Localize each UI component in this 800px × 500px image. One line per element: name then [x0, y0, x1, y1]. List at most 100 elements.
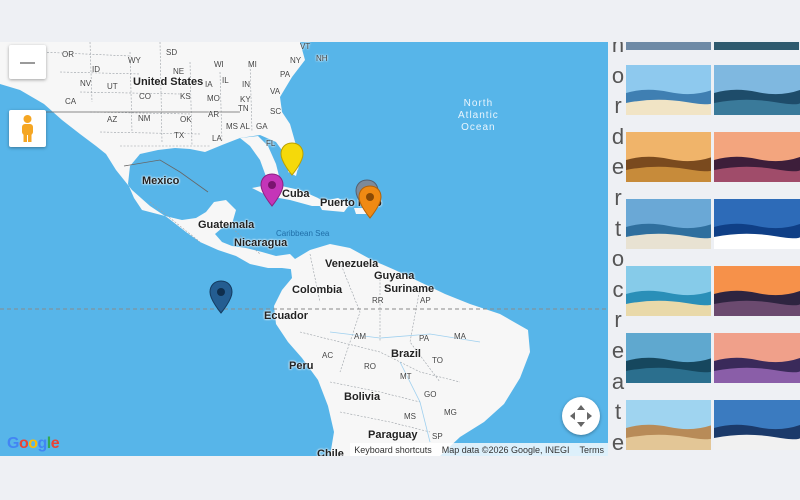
label-state: RO	[364, 362, 376, 371]
pegman-icon	[22, 115, 33, 142]
thumbnail-beach-visitors[interactable]	[626, 132, 711, 182]
label-caribbean-sea: Caribbean Sea	[276, 229, 330, 238]
label-north-atlantic-ocean: North Atlantic Ocean	[458, 98, 499, 133]
label-ecuador: Ecuador	[264, 310, 309, 322]
label-state: MS	[226, 122, 238, 131]
label-state: MG	[444, 408, 457, 417]
thumbnail-partial[interactable]	[626, 42, 711, 50]
label-bolivia: Bolivia	[344, 391, 381, 403]
label-state: AM	[354, 332, 366, 341]
vertical-letter: t	[614, 399, 622, 425]
label-state: MT	[400, 372, 412, 381]
vertical-letter: t	[614, 215, 622, 241]
label-state: AL	[240, 122, 250, 131]
label-state: SP	[432, 432, 443, 441]
label-state: VA	[270, 87, 281, 96]
zoom-out-button[interactable]	[9, 45, 46, 79]
terms-link[interactable]: Terms	[580, 445, 605, 455]
thumbnail-beach-umbrella-sunset[interactable]	[714, 266, 800, 316]
yellow-marker[interactable]	[280, 142, 304, 176]
thumbnail-tropical-beach[interactable]	[626, 266, 711, 316]
map-attribution: Map data ©2026 Google, INEGI	[441, 444, 570, 455]
label-peru: Peru	[289, 360, 314, 372]
thumbnail-sandcastle-beach[interactable]	[626, 400, 711, 450]
label-state: MO	[207, 94, 220, 103]
label-brazil: Brazil	[391, 348, 421, 360]
label-state: LA	[212, 134, 222, 143]
label-state: NM	[138, 114, 151, 123]
vertical-letter: r	[614, 93, 622, 119]
minus-icon	[20, 62, 35, 64]
label-state: TO	[432, 356, 443, 365]
label-state: AP	[420, 296, 431, 305]
label-state: RR	[372, 296, 384, 305]
thumbnail-partial[interactable]	[714, 42, 799, 50]
label-state: FL	[266, 139, 276, 148]
pan-arrows-icon	[570, 405, 592, 427]
vertical-letter: r	[614, 185, 622, 210]
thumbnail-rocky-bay[interactable]	[626, 199, 711, 249]
vertical-letter: e	[611, 338, 625, 363]
thumbnail-lagoon-resort[interactable]	[626, 333, 711, 383]
thumbnail-sunset-temples[interactable]	[714, 132, 800, 182]
label-state: IN	[242, 80, 250, 89]
vertical-letter: n	[611, 42, 625, 57]
thumbnail-overwater-bungalows[interactable]	[714, 65, 800, 115]
orange-marker[interactable]	[358, 185, 382, 219]
label-state: IL	[222, 76, 229, 85]
label-state: MI	[248, 60, 257, 69]
thumbnail-cliff-sunset[interactable]	[714, 333, 800, 383]
label-state: CO	[139, 92, 151, 101]
label-state: NV	[80, 79, 92, 88]
label-state: KY	[240, 95, 251, 104]
label-state: TX	[174, 131, 185, 140]
vertical-letter: c	[612, 276, 624, 302]
label-state: KS	[180, 92, 191, 101]
map-view[interactable]: United States Mexico Guatemala Nicaragua…	[0, 42, 608, 456]
label-state: CA	[65, 97, 77, 106]
vertical-letter: o	[611, 62, 625, 88]
label-state: OR	[62, 50, 74, 59]
label-state: WY	[128, 56, 141, 65]
label-paraguay: Paraguay	[368, 429, 418, 441]
thumbnail-blue-dome-church[interactable]	[714, 199, 800, 249]
label-state: GA	[256, 122, 268, 131]
label-state: SC	[270, 107, 282, 116]
label-state: PA	[280, 70, 291, 79]
label-state: VT	[300, 42, 311, 51]
label-state: TN	[238, 104, 249, 113]
keyboard-shortcuts-link[interactable]: Keyboard shortcuts	[354, 445, 432, 455]
label-colombia: Colombia	[292, 284, 343, 296]
blue-marker[interactable]	[209, 280, 233, 314]
label-state: PA	[419, 334, 430, 343]
vertical-letter: e	[611, 429, 625, 455]
vertical-letter: d	[611, 123, 625, 149]
vertical-letter: r	[614, 307, 622, 333]
fullscreen-pan-button[interactable]	[562, 397, 600, 435]
label-venezuela: Venezuela	[325, 258, 379, 270]
label-united-states: United States	[133, 76, 204, 88]
purple-marker[interactable]	[260, 173, 284, 207]
google-logo: Google	[7, 435, 60, 452]
label-state: NH	[316, 54, 328, 63]
label-mexico: Mexico	[142, 175, 180, 187]
label-state: AZ	[107, 115, 118, 124]
vertical-letter: o	[611, 246, 625, 272]
label-state: OK	[180, 115, 192, 124]
thumbnail-windmills[interactable]	[714, 400, 800, 450]
label-state: NE	[173, 67, 185, 76]
label-state: NY	[290, 56, 302, 65]
label-state: WI	[214, 60, 224, 69]
vertical-letter: e	[611, 154, 625, 180]
label-state: GO	[424, 390, 437, 399]
thumbnail-harbor-town[interactable]	[626, 65, 711, 115]
label-cuba: Cuba	[282, 188, 310, 200]
map-land	[0, 42, 608, 456]
label-state: AC	[322, 351, 334, 360]
label-guyana: Guyana	[374, 270, 415, 282]
label-state: IA	[205, 80, 213, 89]
label-state: ID	[92, 65, 100, 74]
label-guatemala: Guatemala	[198, 219, 255, 231]
street-view-pegman-button[interactable]	[9, 110, 46, 147]
vertical-text-column: nordertocreate	[608, 42, 628, 456]
